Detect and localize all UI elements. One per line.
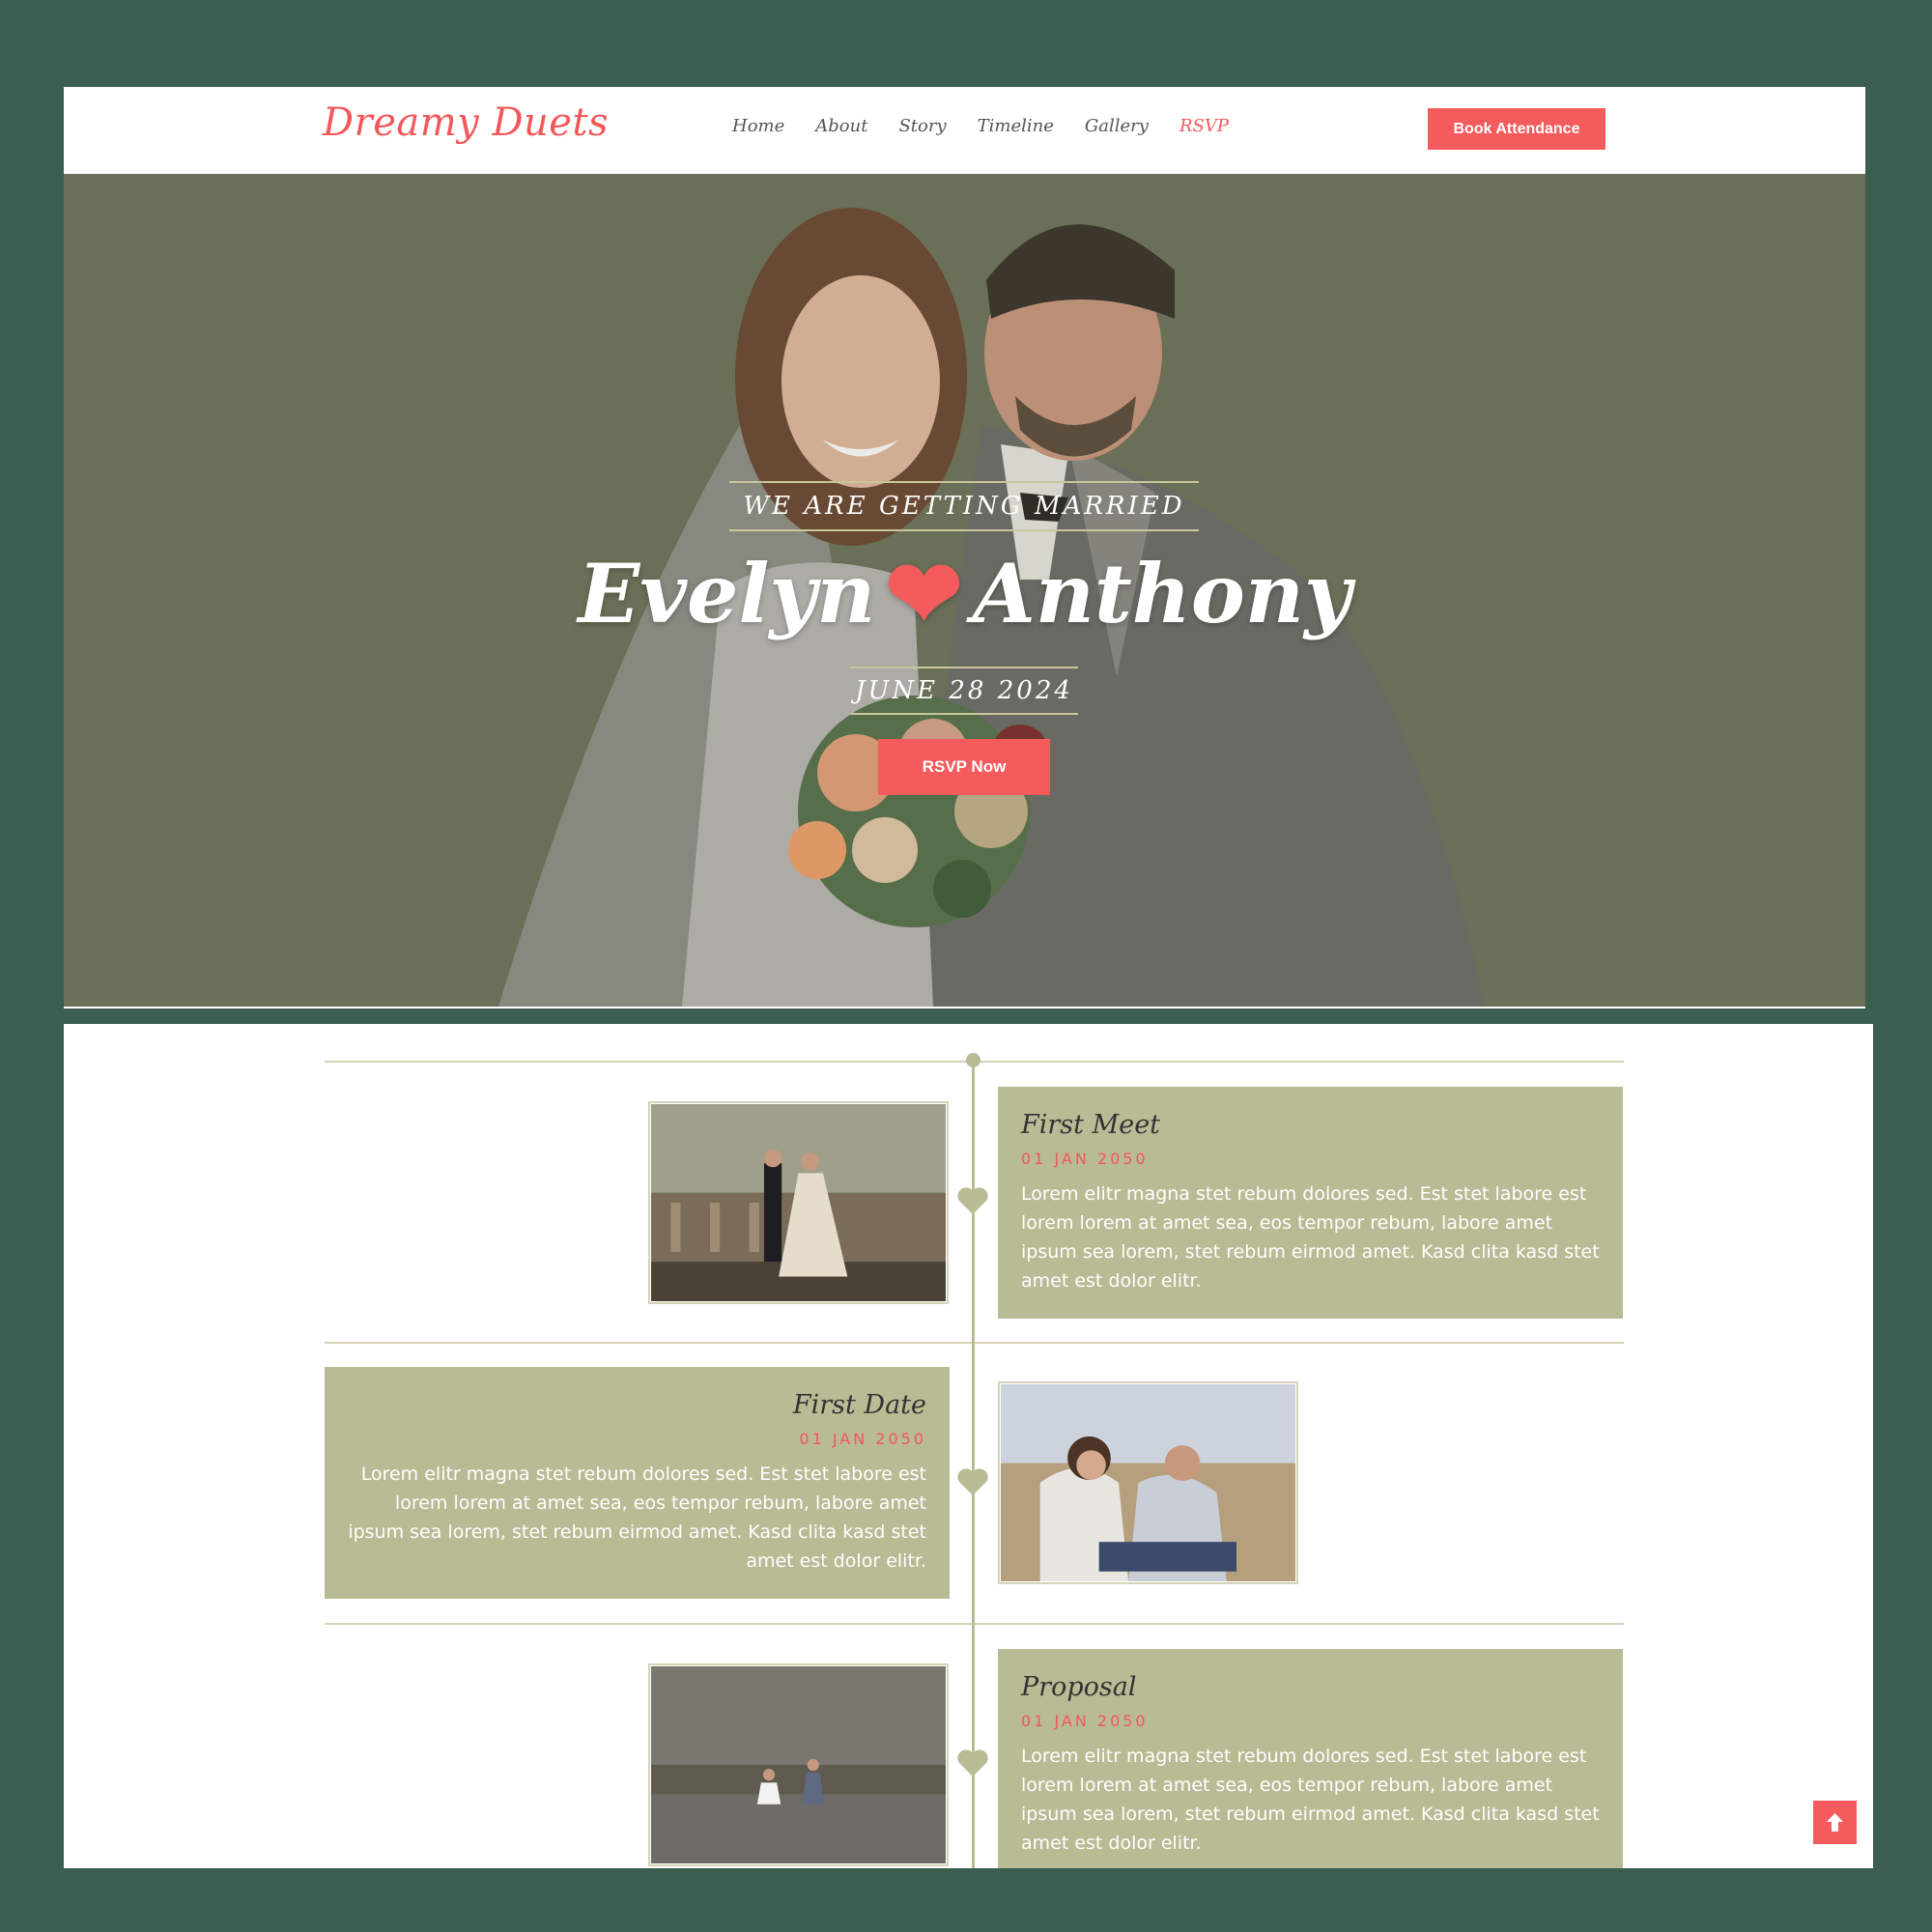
timeline-screenshot: First Meet 01 JAN 2050 Lorem elitr magna… <box>64 1024 1873 1868</box>
main-menu: Home About Story Timeline Gallery RSVP <box>732 116 1229 136</box>
timeline-photo-first-date <box>998 1381 1298 1584</box>
timeline-text: Lorem elitr magna stet rebum dolores sed… <box>1021 1746 1600 1854</box>
timeline-text: Lorem elitr magna stet rebum dolores sed… <box>1021 1183 1600 1292</box>
timeline-text: Lorem elitr magna stet rebum dolores sed… <box>348 1463 926 1572</box>
timeline-title: First Date <box>792 1390 926 1420</box>
timeline-photo-proposal <box>648 1663 949 1866</box>
couple-names: Evelyn ❤ Anthony <box>64 539 1865 648</box>
tagline-frame: WE ARE GETTING MARRIED <box>729 481 1199 531</box>
name-left: Evelyn <box>578 546 876 641</box>
nav-about[interactable]: About <box>815 116 867 136</box>
timeline-start-dot <box>966 1053 980 1067</box>
nav-rsvp[interactable]: RSVP <box>1179 116 1229 136</box>
timeline-photo-first-meet <box>648 1101 949 1304</box>
nav-gallery[interactable]: Gallery <box>1085 116 1149 136</box>
timeline-title: Proposal <box>1021 1672 1137 1702</box>
timeline-date: 01 JAN 2050 <box>1021 1712 1149 1730</box>
heart-icon <box>957 1187 988 1214</box>
back-to-top-button[interactable] <box>1813 1801 1857 1844</box>
navbar: Dreamy Duets Home About Story Timeline G… <box>64 87 1865 174</box>
nav-home[interactable]: Home <box>732 116 784 136</box>
timeline-title: First Meet <box>1021 1110 1161 1140</box>
timeline-axis <box>972 1059 975 1868</box>
site-logo[interactable]: Dreamy Duets <box>323 100 609 145</box>
name-right: Anthony <box>972 546 1351 641</box>
arrow-up-icon <box>1827 1813 1843 1832</box>
timeline-card-first-meet: First Meet 01 JAN 2050 Lorem elitr magna… <box>998 1087 1623 1319</box>
timeline-date: 01 JAN 2050 <box>799 1430 926 1448</box>
heart-icon: ❤ <box>885 539 963 648</box>
heart-icon <box>957 1468 988 1495</box>
hero-screenshot: Dreamy Duets Home About Story Timeline G… <box>64 87 1865 1009</box>
timeline-card-proposal: Proposal 01 JAN 2050 Lorem elitr magna s… <box>998 1649 1623 1868</box>
timeline-card-first-date: First Date 01 JAN 2050 Lorem elitr magna… <box>325 1367 950 1599</box>
wedding-date: JUNE 28 2024 <box>855 676 1073 705</box>
nav-story[interactable]: Story <box>898 116 946 136</box>
heart-icon <box>957 1749 988 1776</box>
rsvp-now-button[interactable]: RSVP Now <box>878 739 1050 795</box>
hero-tagline: WE ARE GETTING MARRIED <box>743 492 1185 521</box>
date-frame: JUNE 28 2024 <box>850 667 1078 715</box>
book-attendance-button[interactable]: Book Attendance <box>1428 108 1605 150</box>
nav-timeline[interactable]: Timeline <box>978 116 1054 136</box>
hero-section: WE ARE GETTING MARRIED Evelyn ❤ Anthony JU… <box>64 174 1865 1007</box>
timeline-date: 01 JAN 2050 <box>1021 1150 1149 1168</box>
